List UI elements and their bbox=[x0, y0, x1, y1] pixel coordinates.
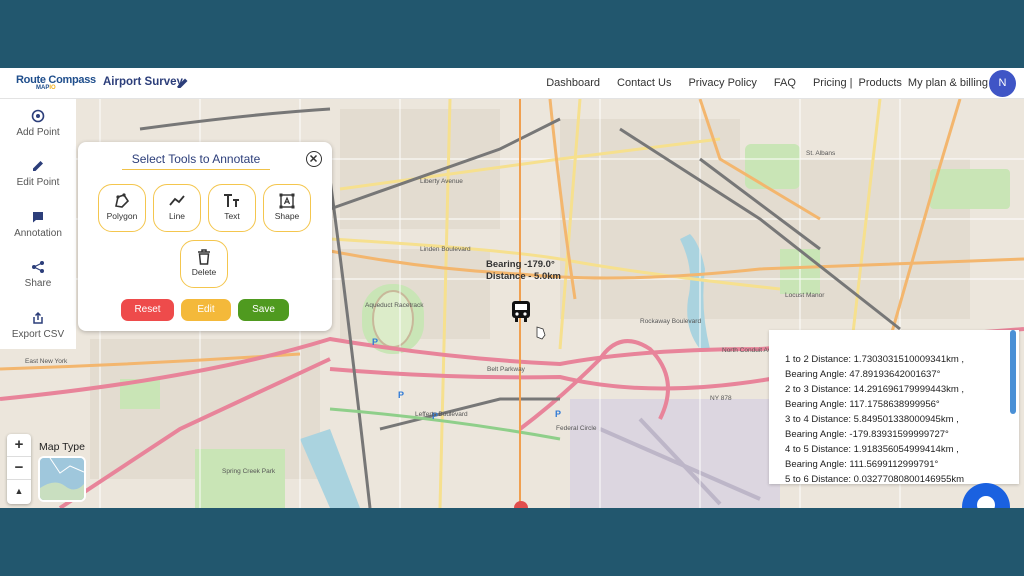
polygon-icon bbox=[115, 193, 130, 208]
bearing-distance-label: Bearing -179.0° Distance - 5.0km bbox=[486, 259, 561, 283]
save-button[interactable]: Save bbox=[238, 299, 289, 321]
trash-icon bbox=[198, 249, 210, 265]
annotation-label: Annotation bbox=[14, 228, 62, 239]
map-type-thumbnail[interactable] bbox=[38, 456, 86, 502]
text-icon bbox=[224, 194, 239, 207]
nav-pricing[interactable]: Pricing | bbox=[813, 77, 853, 89]
nav-faq[interactable]: FAQ bbox=[774, 77, 796, 89]
pencil-icon bbox=[33, 161, 43, 171]
map-type-label: Map Type bbox=[39, 441, 85, 453]
project-title: Airport Survey bbox=[103, 76, 183, 88]
map-label: Aqueduct Racetrack bbox=[365, 302, 424, 309]
svg-text:P: P bbox=[372, 337, 378, 347]
nav-products[interactable]: Products bbox=[858, 77, 901, 89]
user-avatar[interactable]: N bbox=[989, 70, 1016, 97]
reset-button[interactable]: Reset bbox=[121, 299, 174, 321]
edit-point-button[interactable]: Edit Point bbox=[0, 159, 76, 188]
distance-line: Bearing Angle: 47.89193642001637° bbox=[785, 369, 941, 380]
close-icon[interactable] bbox=[306, 151, 322, 167]
shape-tool-button[interactable]: Shape bbox=[263, 184, 311, 232]
shape-tool-label: Shape bbox=[274, 211, 300, 221]
add-point-label: Add Point bbox=[16, 127, 60, 138]
distance-line: 3 to 4 Distance: 5.849501338000945km , bbox=[785, 414, 959, 425]
map-label: Rockaway Boulevard bbox=[640, 318, 702, 325]
zoom-controls: + − ▲ bbox=[7, 434, 31, 504]
polygon-tool-label: Polygon bbox=[106, 211, 138, 221]
map-label: Locust Manor bbox=[785, 292, 825, 299]
shape-icon bbox=[279, 193, 295, 209]
text-tool-label: Text bbox=[224, 211, 240, 221]
logo-subtext-a: MAP bbox=[36, 85, 50, 91]
logo-subtext-b: IO bbox=[49, 85, 56, 91]
svg-text:P: P bbox=[555, 409, 561, 419]
top-navbar: Route Compass MAPIO Airport Survey Dashb… bbox=[0, 68, 1024, 99]
distance-label: Distance - 5.0km bbox=[486, 271, 561, 282]
annotation-button[interactable]: Annotation bbox=[0, 210, 76, 239]
app-window: P P P P Aqueduct Racetrack East New York… bbox=[0, 68, 1024, 508]
share-label: Share bbox=[24, 278, 52, 289]
distance-line: Bearing Angle: 111.5699112999791° bbox=[785, 459, 939, 470]
svg-text:P: P bbox=[398, 390, 404, 400]
map-label: Linden Boulevard bbox=[420, 246, 471, 253]
distance-panel-scrollbar[interactable] bbox=[1010, 330, 1016, 414]
annotate-panel-title: Select Tools to Annotate bbox=[122, 152, 270, 170]
line-tool-button[interactable]: Line bbox=[153, 184, 201, 232]
distance-line: 4 to 5 Distance: 1.918356054999414km , bbox=[785, 444, 959, 455]
delete-tool-button[interactable]: Delete bbox=[180, 240, 228, 288]
distance-line: Bearing Angle: 117.1758638999956° bbox=[785, 399, 940, 410]
map-label: Federal Circle bbox=[556, 425, 597, 432]
route-compass-logo[interactable]: Route Compass MAPIO bbox=[16, 74, 96, 96]
distance-line: 1 to 2 Distance: 1.7303031510009341km , bbox=[785, 354, 965, 365]
map-label: Liberty Avenue bbox=[420, 178, 463, 185]
main-nav: Dashboard Contact Us Privacy Policy FAQ … bbox=[529, 77, 988, 89]
annotate-tools-panel: Select Tools to Annotate Polygon Line Te… bbox=[78, 142, 332, 331]
map-label: Lefferts Boulevard bbox=[415, 411, 468, 418]
map-label: NY 878 bbox=[710, 395, 732, 402]
nav-dashboard[interactable]: Dashboard bbox=[546, 77, 600, 89]
line-icon bbox=[169, 195, 185, 206]
line-tool-label: Line bbox=[168, 211, 186, 221]
nav-privacy-policy[interactable]: Privacy Policy bbox=[688, 77, 756, 89]
edit-button[interactable]: Edit bbox=[181, 299, 231, 321]
map-label: Spring Creek Park bbox=[222, 468, 276, 475]
compass-reset-button[interactable]: ▲ bbox=[7, 480, 31, 503]
zoom-out-button[interactable]: − bbox=[7, 457, 31, 480]
comment-icon bbox=[33, 212, 43, 223]
distance-line: 2 to 3 Distance: 14.291696179999443km , bbox=[785, 384, 965, 395]
share-button[interactable]: Share bbox=[0, 260, 76, 289]
export-csv-label: Export CSV bbox=[11, 329, 65, 340]
add-point-icon bbox=[31, 109, 45, 123]
export-icon bbox=[33, 311, 43, 324]
zoom-in-button[interactable]: + bbox=[7, 434, 31, 457]
polygon-tool-button[interactable]: Polygon bbox=[98, 184, 146, 232]
share-icon bbox=[32, 261, 44, 273]
map-label: East New York bbox=[25, 358, 68, 365]
text-tool-button[interactable]: Text bbox=[208, 184, 256, 232]
map-label: Belt Parkway bbox=[487, 366, 525, 373]
distance-list-panel[interactable]: 1 to 2 Distance: 1.7303031510009341km , … bbox=[769, 330, 1019, 484]
nav-contact-us[interactable]: Contact Us bbox=[617, 77, 671, 89]
chat-support-button[interactable] bbox=[962, 483, 1010, 508]
edit-point-label: Edit Point bbox=[16, 177, 60, 188]
edit-title-pencil-icon[interactable] bbox=[177, 77, 189, 89]
map-label: St. Albans bbox=[806, 150, 836, 157]
bearing-label: Bearing -179.0° bbox=[486, 259, 555, 270]
add-point-button[interactable]: Add Point bbox=[0, 109, 76, 138]
left-toolbar: Add Point Edit Point Annotation Share Ex… bbox=[0, 99, 76, 349]
chat-icon bbox=[977, 496, 995, 508]
distance-line: 5 to 6 Distance: 0.03277080800146955km bbox=[785, 474, 965, 484]
delete-tool-label: Delete bbox=[191, 267, 217, 277]
distance-line: Bearing Angle: -179.83931599999727° bbox=[785, 429, 949, 440]
nav-my-plan-billing[interactable]: My plan & billing bbox=[908, 77, 988, 89]
export-csv-button[interactable]: Export CSV bbox=[0, 311, 76, 340]
